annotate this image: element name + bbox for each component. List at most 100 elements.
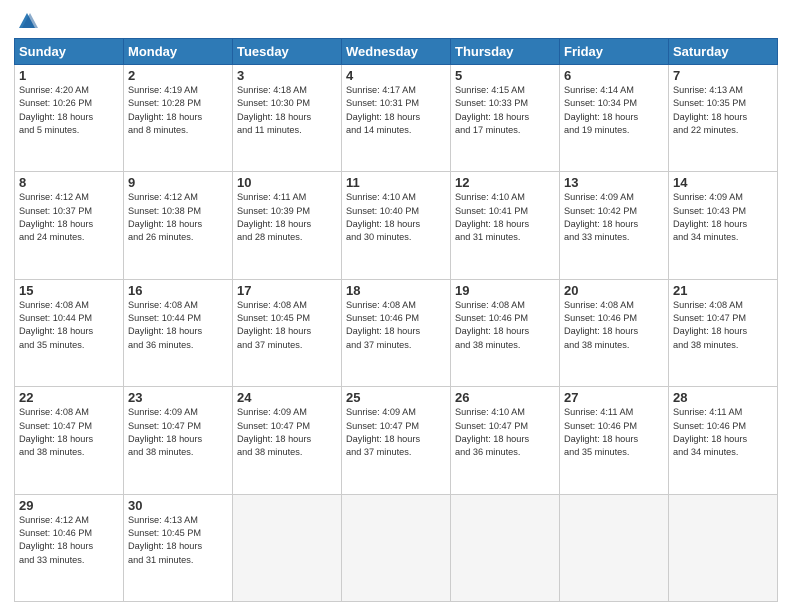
calendar-cell: 15Sunrise: 4:08 AMSunset: 10:44 PMDaylig…	[15, 279, 124, 386]
day-info: Sunrise: 4:15 AMSunset: 10:33 PMDaylight…	[455, 84, 555, 137]
calendar-cell: 25Sunrise: 4:09 AMSunset: 10:47 PMDaylig…	[342, 387, 451, 494]
calendar-cell: 4Sunrise: 4:17 AMSunset: 10:31 PMDayligh…	[342, 65, 451, 172]
day-number: 6	[564, 68, 664, 83]
calendar-cell: 23Sunrise: 4:09 AMSunset: 10:47 PMDaylig…	[124, 387, 233, 494]
day-info: Sunrise: 4:10 AMSunset: 10:40 PMDaylight…	[346, 191, 446, 244]
day-number: 19	[455, 283, 555, 298]
calendar-cell	[342, 494, 451, 601]
day-info: Sunrise: 4:19 AMSunset: 10:28 PMDaylight…	[128, 84, 228, 137]
day-info: Sunrise: 4:09 AMSunset: 10:47 PMDaylight…	[237, 406, 337, 459]
day-number: 9	[128, 175, 228, 190]
day-number: 25	[346, 390, 446, 405]
day-number: 18	[346, 283, 446, 298]
weekday-header-saturday: Saturday	[669, 39, 778, 65]
calendar-cell: 5Sunrise: 4:15 AMSunset: 10:33 PMDayligh…	[451, 65, 560, 172]
weekday-header-sunday: Sunday	[15, 39, 124, 65]
day-number: 13	[564, 175, 664, 190]
calendar-cell: 20Sunrise: 4:08 AMSunset: 10:46 PMDaylig…	[560, 279, 669, 386]
calendar-cell: 10Sunrise: 4:11 AMSunset: 10:39 PMDaylig…	[233, 172, 342, 279]
calendar-cell	[451, 494, 560, 601]
day-info: Sunrise: 4:12 AMSunset: 10:46 PMDaylight…	[19, 514, 119, 567]
day-number: 21	[673, 283, 773, 298]
day-info: Sunrise: 4:11 AMSunset: 10:46 PMDaylight…	[673, 406, 773, 459]
calendar-cell: 2Sunrise: 4:19 AMSunset: 10:28 PMDayligh…	[124, 65, 233, 172]
calendar-cell: 30Sunrise: 4:13 AMSunset: 10:45 PMDaylig…	[124, 494, 233, 601]
day-info: Sunrise: 4:08 AMSunset: 10:47 PMDaylight…	[19, 406, 119, 459]
calendar-cell: 14Sunrise: 4:09 AMSunset: 10:43 PMDaylig…	[669, 172, 778, 279]
day-info: Sunrise: 4:08 AMSunset: 10:45 PMDaylight…	[237, 299, 337, 352]
day-info: Sunrise: 4:08 AMSunset: 10:44 PMDaylight…	[19, 299, 119, 352]
calendar-cell: 18Sunrise: 4:08 AMSunset: 10:46 PMDaylig…	[342, 279, 451, 386]
day-info: Sunrise: 4:10 AMSunset: 10:47 PMDaylight…	[455, 406, 555, 459]
calendar-cell	[669, 494, 778, 601]
day-info: Sunrise: 4:08 AMSunset: 10:46 PMDaylight…	[455, 299, 555, 352]
calendar-cell: 7Sunrise: 4:13 AMSunset: 10:35 PMDayligh…	[669, 65, 778, 172]
day-number: 17	[237, 283, 337, 298]
calendar-cell: 24Sunrise: 4:09 AMSunset: 10:47 PMDaylig…	[233, 387, 342, 494]
day-number: 28	[673, 390, 773, 405]
weekday-header-tuesday: Tuesday	[233, 39, 342, 65]
day-number: 23	[128, 390, 228, 405]
day-info: Sunrise: 4:09 AMSunset: 10:42 PMDaylight…	[564, 191, 664, 244]
day-number: 15	[19, 283, 119, 298]
day-number: 2	[128, 68, 228, 83]
day-info: Sunrise: 4:08 AMSunset: 10:46 PMDaylight…	[346, 299, 446, 352]
day-number: 3	[237, 68, 337, 83]
day-number: 16	[128, 283, 228, 298]
calendar-cell: 29Sunrise: 4:12 AMSunset: 10:46 PMDaylig…	[15, 494, 124, 601]
day-number: 14	[673, 175, 773, 190]
calendar-cell	[560, 494, 669, 601]
day-number: 20	[564, 283, 664, 298]
day-info: Sunrise: 4:20 AMSunset: 10:26 PMDaylight…	[19, 84, 119, 137]
calendar-cell: 27Sunrise: 4:11 AMSunset: 10:46 PMDaylig…	[560, 387, 669, 494]
day-number: 22	[19, 390, 119, 405]
day-info: Sunrise: 4:09 AMSunset: 10:43 PMDaylight…	[673, 191, 773, 244]
day-info: Sunrise: 4:11 AMSunset: 10:46 PMDaylight…	[564, 406, 664, 459]
calendar-cell: 16Sunrise: 4:08 AMSunset: 10:44 PMDaylig…	[124, 279, 233, 386]
day-info: Sunrise: 4:12 AMSunset: 10:38 PMDaylight…	[128, 191, 228, 244]
calendar-week-4: 22Sunrise: 4:08 AMSunset: 10:47 PMDaylig…	[15, 387, 778, 494]
calendar-cell: 8Sunrise: 4:12 AMSunset: 10:37 PMDayligh…	[15, 172, 124, 279]
weekday-header-thursday: Thursday	[451, 39, 560, 65]
day-number: 11	[346, 175, 446, 190]
logo	[14, 10, 38, 32]
calendar-cell	[233, 494, 342, 601]
calendar-table: SundayMondayTuesdayWednesdayThursdayFrid…	[14, 38, 778, 602]
page: SundayMondayTuesdayWednesdayThursdayFrid…	[0, 0, 792, 612]
day-info: Sunrise: 4:13 AMSunset: 10:45 PMDaylight…	[128, 514, 228, 567]
calendar-cell: 22Sunrise: 4:08 AMSunset: 10:47 PMDaylig…	[15, 387, 124, 494]
day-number: 30	[128, 498, 228, 513]
logo-icon	[16, 10, 38, 32]
day-number: 5	[455, 68, 555, 83]
weekday-header-wednesday: Wednesday	[342, 39, 451, 65]
day-number: 27	[564, 390, 664, 405]
day-info: Sunrise: 4:08 AMSunset: 10:47 PMDaylight…	[673, 299, 773, 352]
day-number: 7	[673, 68, 773, 83]
day-number: 26	[455, 390, 555, 405]
day-number: 24	[237, 390, 337, 405]
day-info: Sunrise: 4:08 AMSunset: 10:44 PMDaylight…	[128, 299, 228, 352]
weekday-header-monday: Monday	[124, 39, 233, 65]
day-info: Sunrise: 4:09 AMSunset: 10:47 PMDaylight…	[346, 406, 446, 459]
day-info: Sunrise: 4:18 AMSunset: 10:30 PMDaylight…	[237, 84, 337, 137]
day-info: Sunrise: 4:17 AMSunset: 10:31 PMDaylight…	[346, 84, 446, 137]
calendar-cell: 21Sunrise: 4:08 AMSunset: 10:47 PMDaylig…	[669, 279, 778, 386]
calendar-week-2: 8Sunrise: 4:12 AMSunset: 10:37 PMDayligh…	[15, 172, 778, 279]
calendar-week-5: 29Sunrise: 4:12 AMSunset: 10:46 PMDaylig…	[15, 494, 778, 601]
calendar-cell: 11Sunrise: 4:10 AMSunset: 10:40 PMDaylig…	[342, 172, 451, 279]
calendar-cell: 28Sunrise: 4:11 AMSunset: 10:46 PMDaylig…	[669, 387, 778, 494]
day-info: Sunrise: 4:09 AMSunset: 10:47 PMDaylight…	[128, 406, 228, 459]
calendar-cell: 1Sunrise: 4:20 AMSunset: 10:26 PMDayligh…	[15, 65, 124, 172]
day-number: 4	[346, 68, 446, 83]
calendar-cell: 19Sunrise: 4:08 AMSunset: 10:46 PMDaylig…	[451, 279, 560, 386]
day-info: Sunrise: 4:13 AMSunset: 10:35 PMDaylight…	[673, 84, 773, 137]
day-number: 1	[19, 68, 119, 83]
calendar-cell: 17Sunrise: 4:08 AMSunset: 10:45 PMDaylig…	[233, 279, 342, 386]
day-number: 12	[455, 175, 555, 190]
day-info: Sunrise: 4:12 AMSunset: 10:37 PMDaylight…	[19, 191, 119, 244]
weekday-header-friday: Friday	[560, 39, 669, 65]
calendar-cell: 12Sunrise: 4:10 AMSunset: 10:41 PMDaylig…	[451, 172, 560, 279]
day-info: Sunrise: 4:08 AMSunset: 10:46 PMDaylight…	[564, 299, 664, 352]
day-number: 8	[19, 175, 119, 190]
calendar-cell: 13Sunrise: 4:09 AMSunset: 10:42 PMDaylig…	[560, 172, 669, 279]
